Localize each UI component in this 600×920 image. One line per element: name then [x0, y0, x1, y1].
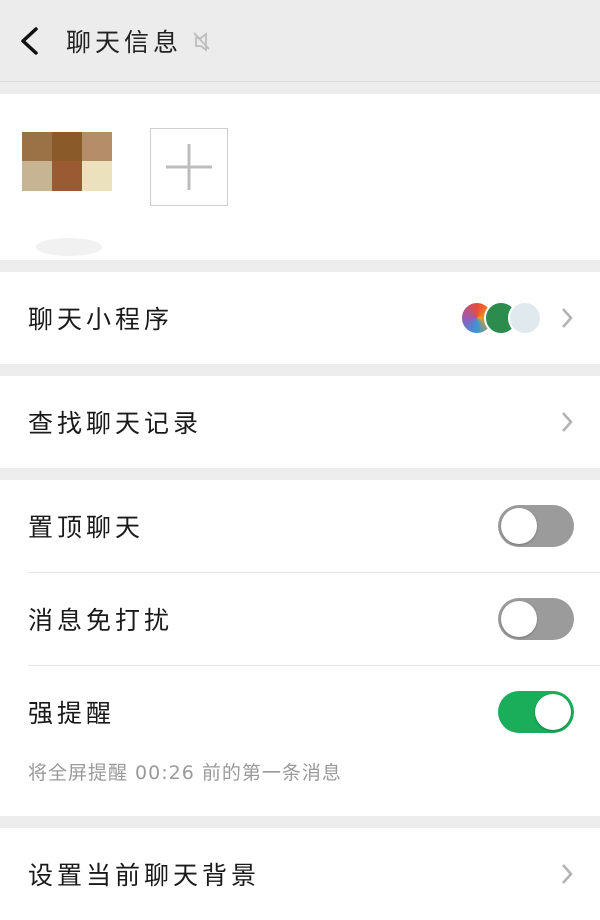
strong-reminder-label: 强提醒 [28, 699, 116, 728]
member-avatar[interactable] [22, 122, 112, 260]
search-history-label: 查找聊天记录 [28, 409, 203, 438]
mute-notifications-row: 消息免打扰 [0, 573, 600, 665]
back-arrow-icon[interactable] [18, 26, 48, 56]
strong-reminder-row: 强提醒 [0, 666, 600, 758]
mute-notifications-toggle[interactable] [498, 598, 574, 640]
mini-programs-label: 聊天小程序 [28, 305, 174, 334]
pin-chat-label: 置顶聊天 [28, 513, 145, 542]
mini-program-icons [460, 301, 542, 335]
mini-programs-row[interactable]: 聊天小程序 [0, 272, 600, 364]
page-title: 聊天信息 [66, 27, 183, 57]
chevron-right-icon [562, 308, 573, 328]
chat-background-label: 设置当前聊天背景 [28, 861, 261, 890]
chat-background-row[interactable]: 设置当前聊天背景 [0, 828, 600, 920]
chevron-right-icon [562, 412, 573, 432]
avatar [22, 132, 112, 220]
mini-program-icon [508, 301, 542, 335]
chevron-right-icon [562, 864, 573, 884]
mute-notifications-label: 消息免打扰 [28, 606, 174, 635]
pin-chat-toggle[interactable] [498, 505, 574, 547]
add-member-button[interactable] [150, 128, 228, 206]
search-history-row[interactable]: 查找聊天记录 [0, 376, 600, 468]
mute-icon [192, 30, 212, 52]
pin-chat-row: 置顶聊天 [0, 480, 600, 572]
strong-reminder-note: 将全屏提醒 00:26 前的第一条消息 [28, 762, 342, 784]
strong-reminder-toggle[interactable] [498, 691, 574, 733]
member-section [0, 94, 600, 260]
plus-icon [166, 144, 212, 190]
top-bar: 聊天信息 [0, 0, 600, 82]
